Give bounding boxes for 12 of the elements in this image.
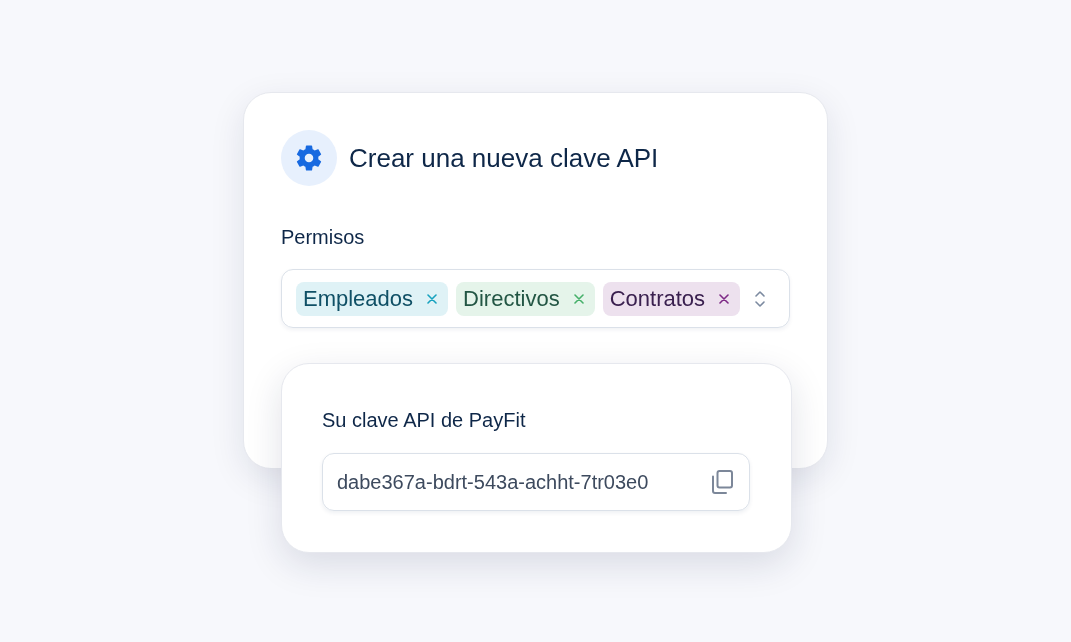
- tag-label: Empleados: [303, 285, 414, 312]
- permissions-select[interactable]: Empleados Directivos Contratos: [281, 269, 790, 328]
- copy-icon[interactable]: [711, 470, 733, 494]
- api-key-field[interactable]: dabe367a-bdrt-543a-achht-7tr03e0: [322, 453, 750, 511]
- close-icon[interactable]: [719, 293, 730, 304]
- dialog-title: Crear una nueva clave API: [349, 142, 659, 174]
- permissions-label: Permisos: [281, 225, 366, 249]
- tag-label: Contratos: [609, 285, 706, 312]
- chevron-up-down-icon[interactable]: [754, 289, 767, 308]
- gear-icon: [281, 130, 337, 186]
- api-key-label: Su clave API de PayFit: [322, 408, 527, 432]
- tag-label: Directivos: [463, 285, 560, 312]
